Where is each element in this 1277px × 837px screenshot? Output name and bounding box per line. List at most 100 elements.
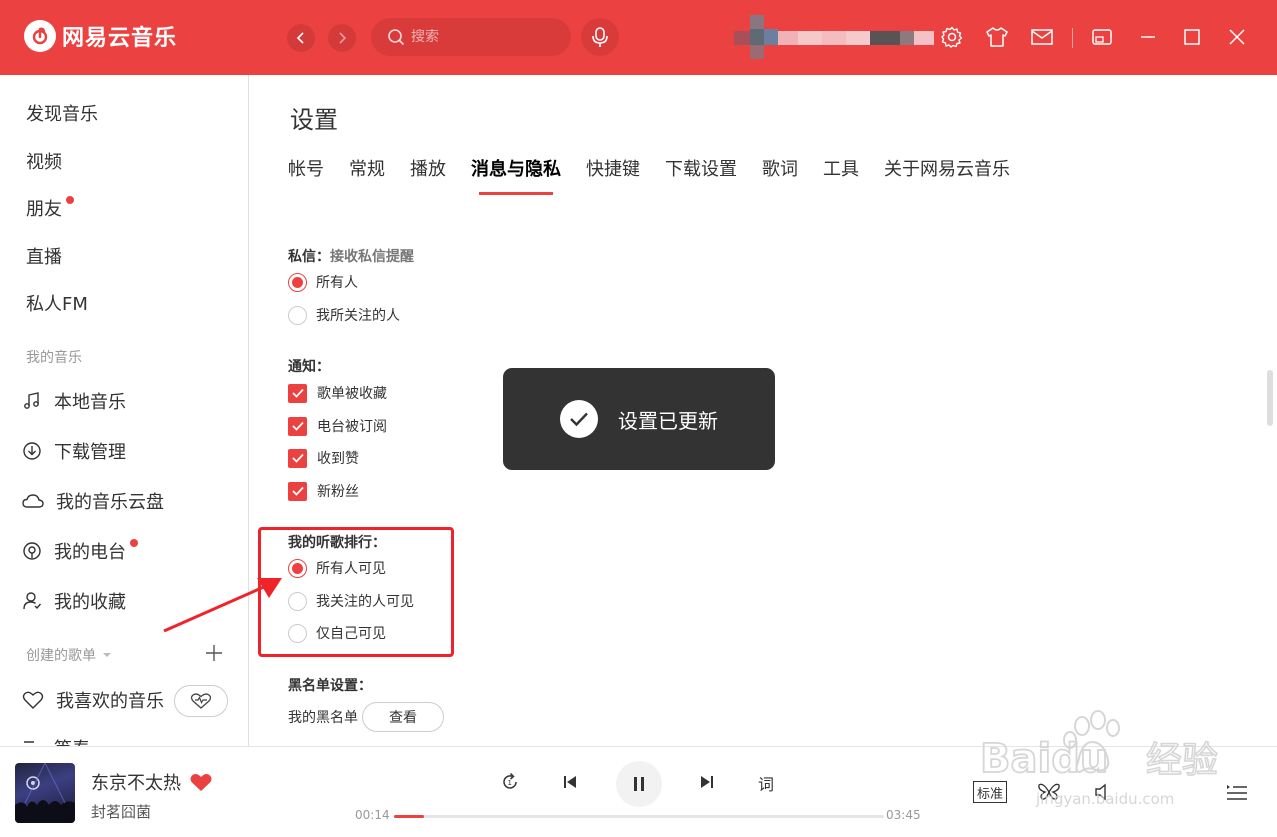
sidebar-item-label: 私人FM <box>26 294 88 315</box>
close-button[interactable] <box>1225 25 1249 49</box>
tab-general[interactable]: 常规 <box>349 155 385 181</box>
tab-account[interactable]: 帐号 <box>288 155 324 181</box>
gear-icon <box>941 26 963 48</box>
notify-option-likes[interactable]: 收到赞 <box>288 448 359 468</box>
tab-about[interactable]: 关于网易云音乐 <box>884 155 1010 181</box>
scrollbar-thumb[interactable] <box>1267 370 1273 426</box>
notify-option-playlist-collected[interactable]: 歌单被收藏 <box>288 383 387 403</box>
sidebar-item-playlist-partial[interactable]: 等春 <box>22 735 90 746</box>
settings-tabs: 帐号 常规 播放 消息与隐私 快捷键 下载设置 歌词 工具 关于网易云音乐 <box>288 155 1010 195</box>
progress-fill <box>394 815 425 818</box>
check-icon <box>291 486 304 496</box>
app-logo[interactable]: 网易云音乐 <box>24 20 177 52</box>
sidebar-item-label: 直播 <box>26 247 62 268</box>
sidebar-item-liked-music[interactable]: 我喜欢的音乐 <box>22 687 164 713</box>
now-playing-artist[interactable]: 封茗囧菌 <box>91 801 151 822</box>
play-mode-button[interactable]: 1 <box>499 771 521 793</box>
pause-button[interactable] <box>616 761 662 807</box>
notify-option-radio-subscribed[interactable]: 电台被订阅 <box>288 416 387 436</box>
radio-selected[interactable] <box>288 272 307 292</box>
sidebar-item-fm[interactable]: 私人FM <box>26 290 88 316</box>
user-avatar-blurred[interactable] <box>734 15 934 59</box>
chevron-left-icon <box>296 32 304 44</box>
lyrics-button[interactable]: 词 <box>758 771 774 795</box>
sidebar-item-label: 本地音乐 <box>54 392 126 413</box>
mini-mode-button[interactable] <box>1090 25 1114 49</box>
liked-heart-icon[interactable] <box>189 772 213 792</box>
sidebar-item-video[interactable]: 视频 <box>26 148 62 174</box>
voice-search-button[interactable] <box>581 18 619 56</box>
song-title-text[interactable]: 东京不太热 <box>91 769 181 795</box>
view-blacklist-button[interactable]: 查看 <box>362 702 444 732</box>
app-window: 网易云音乐 搜索 发现音乐 视频 朋友 直播 私人FM 我的音乐 本地音乐 下载… <box>0 0 1277 837</box>
sidebar-item-friends[interactable]: 朋友 <box>26 195 74 221</box>
radio-icon <box>23 542 41 560</box>
forward-button[interactable] <box>328 24 356 52</box>
created-playlists-heading[interactable]: 创建的歌单 <box>26 645 112 665</box>
music-note-icon <box>24 392 39 409</box>
tab-privacy[interactable]: 消息与隐私 <box>471 155 561 195</box>
title-bar: 网易云音乐 <box>0 0 1277 75</box>
blacklist-item-label: 我的黑名单 <box>288 710 358 726</box>
sidebar-item-radio[interactable]: 我的电台 <box>22 538 138 564</box>
back-button[interactable] <box>287 24 315 52</box>
app-name: 网易云音乐 <box>62 26 178 51</box>
radio-unselected[interactable] <box>288 305 307 325</box>
sidebar-item-discover[interactable]: 发现音乐 <box>26 100 98 126</box>
tab-lyrics[interactable]: 歌词 <box>762 155 798 181</box>
watermark-brand: Baidu <box>980 736 1108 782</box>
messages-button[interactable] <box>1030 25 1054 49</box>
titlebar-divider <box>1072 28 1073 48</box>
watermark-url: jingyan.baidu.com <box>1035 790 1174 808</box>
heartbeat-icon <box>190 693 212 709</box>
sidebar-item-label: 我喜欢的音乐 <box>56 691 164 712</box>
private-message-title: 私信： <box>288 249 330 265</box>
baidu-watermark-icon: Baidu 经验 jingyan.baidu.com <box>979 710 1219 808</box>
checkbox-checked[interactable] <box>288 481 307 501</box>
private-msg-option-everyone[interactable]: 所有人 <box>288 272 358 292</box>
loop-icon: 1 <box>503 772 517 789</box>
album-cover[interactable] <box>15 763 75 823</box>
add-playlist-button[interactable] <box>206 641 222 665</box>
sidebar-item-label: 我的电台 <box>54 542 126 563</box>
option-label: 收到赞 <box>317 451 359 467</box>
sidebar-item-label: 等春 <box>54 735 90 746</box>
sidebar-item-downloads[interactable]: 下载管理 <box>22 438 126 464</box>
mini-player-icon <box>1092 29 1112 45</box>
toast-notification: 设置已更新 <box>503 368 775 470</box>
previous-button[interactable] <box>559 771 581 793</box>
search-input[interactable] <box>411 29 561 45</box>
microphone-icon <box>592 27 608 47</box>
netease-logo-icon <box>24 20 56 52</box>
plus-icon <box>206 645 222 661</box>
skin-button[interactable] <box>985 25 1009 49</box>
checkbox-checked[interactable] <box>288 448 307 468</box>
private-msg-option-following[interactable]: 我所关注的人 <box>288 305 400 325</box>
current-time: 00:14 <box>355 808 390 822</box>
tab-download[interactable]: 下载设置 <box>665 155 737 181</box>
checkbox-checked[interactable] <box>288 416 307 436</box>
sidebar-item-label: 视频 <box>26 152 62 173</box>
progress-bar[interactable] <box>394 815 884 818</box>
cloud-icon <box>22 494 44 508</box>
search-box[interactable] <box>371 18 571 56</box>
settings-button[interactable] <box>940 25 964 49</box>
sidebar-item-collection[interactable]: 我的收藏 <box>22 588 126 614</box>
tab-playback[interactable]: 播放 <box>410 155 446 181</box>
tab-shortcuts[interactable]: 快捷键 <box>586 155 640 181</box>
maximize-button[interactable] <box>1180 25 1204 49</box>
sidebar-item-live[interactable]: 直播 <box>26 243 62 269</box>
sidebar-item-cloud[interactable]: 我的音乐云盘 <box>22 488 164 514</box>
heartbeat-mode-button[interactable] <box>174 685 228 717</box>
notify-option-new-fans[interactable]: 新粉丝 <box>288 481 359 501</box>
tab-tools[interactable]: 工具 <box>823 155 859 181</box>
checkbox-checked[interactable] <box>288 383 307 403</box>
download-icon <box>23 442 41 460</box>
option-label: 电台被订阅 <box>317 419 387 435</box>
sidebar-item-local-music[interactable]: 本地音乐 <box>22 388 126 414</box>
pause-icon <box>634 777 644 791</box>
check-icon <box>291 388 304 398</box>
notification-dot <box>66 196 74 204</box>
minimize-button[interactable] <box>1136 25 1160 49</box>
next-button[interactable] <box>696 771 718 793</box>
